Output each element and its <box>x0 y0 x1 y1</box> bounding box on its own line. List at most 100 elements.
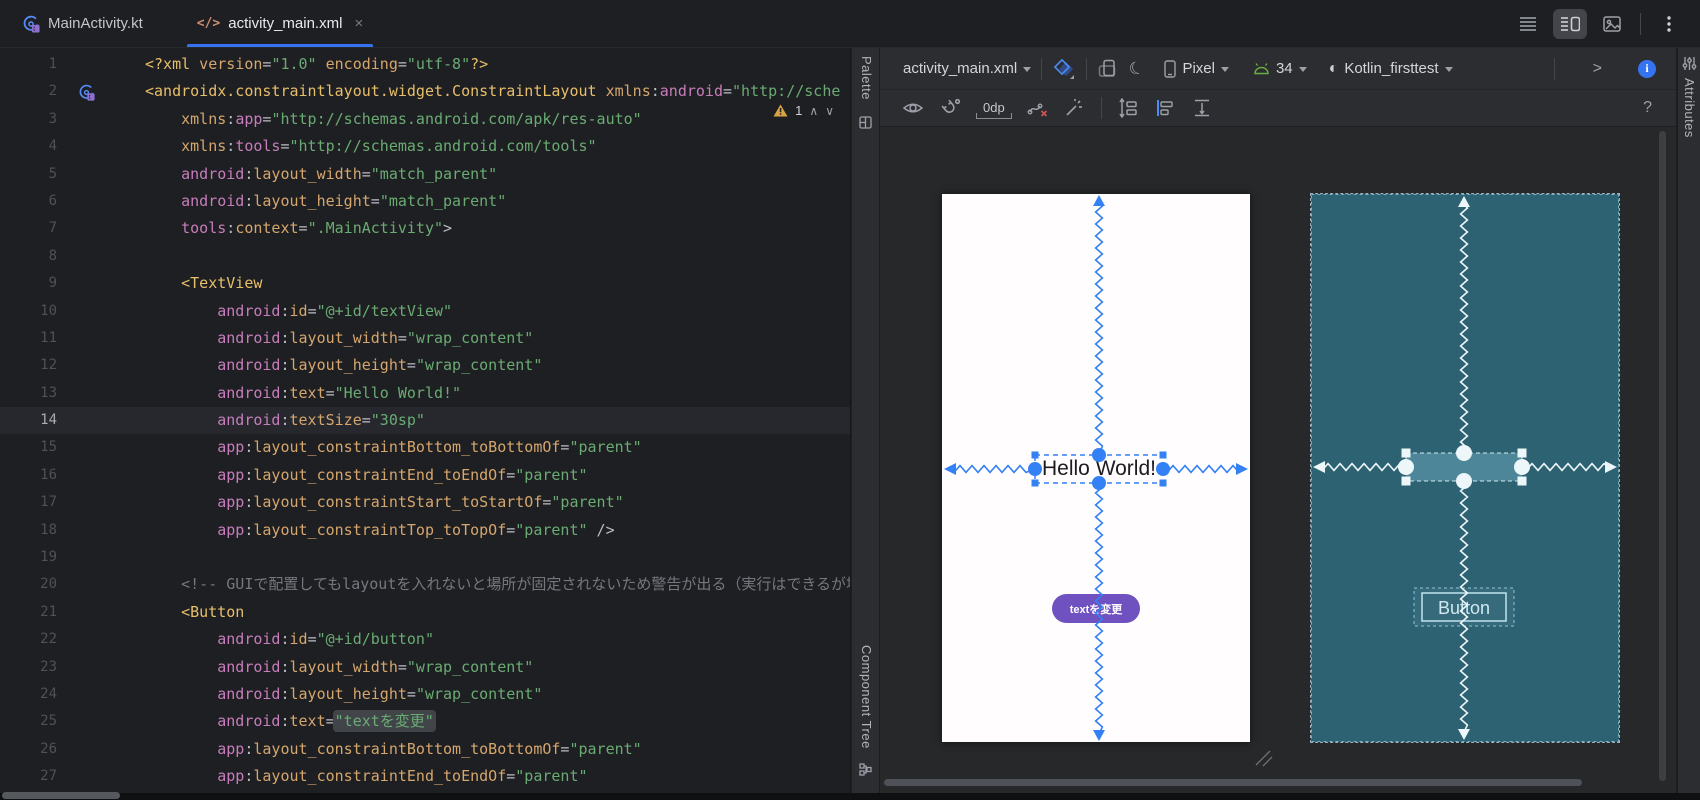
component-tree-icon[interactable] <box>859 763 872 776</box>
kotlin-activity-icon <box>22 15 40 33</box>
code-token: = <box>307 301 317 320</box>
infer-constraints-wand-icon[interactable] <box>1064 98 1086 118</box>
code-text: android:layout_height="match_parent" <box>107 188 506 215</box>
code-token: layout_constraintTop_toTopOf <box>253 520 507 539</box>
code-token: android <box>145 630 281 649</box>
horizontal-scrollbar[interactable] <box>884 779 1582 786</box>
palette-tab[interactable]: Palette <box>859 56 874 100</box>
attributes-tab[interactable]: Attributes <box>1682 78 1697 138</box>
gutter <box>57 571 107 598</box>
device-preview-design[interactable]: Hello World! textを変更 <box>942 194 1250 742</box>
canvas-resize-handle[interactable] <box>1254 747 1276 769</box>
help-icon[interactable]: ? <box>1643 99 1654 117</box>
code-token: android <box>145 411 281 430</box>
orientation-icon[interactable] <box>1097 58 1119 80</box>
editor-tab-bar: MainActivity.kt </> activity_main.xml × <box>0 0 1700 48</box>
device-dropdown[interactable]: Pixel <box>1164 59 1229 78</box>
palette-icon[interactable] <box>859 116 872 129</box>
xml-code-icon: </> <box>196 16 221 31</box>
code-line: 7 tools:context=".MainActivity"> <box>0 215 850 242</box>
code-text: android:id="@+id/textView" <box>107 298 452 325</box>
pack-icon[interactable] <box>1117 98 1139 118</box>
next-warning-icon[interactable]: ∨ <box>825 104 834 118</box>
code-text: xmlns:app="http://schemas.android.com/ap… <box>107 106 642 133</box>
theme-dropdown[interactable]: ◐ Kotlin_firsttest <box>1329 60 1453 78</box>
xml-code-editor[interactable]: 1 <?xml version="1.0" encoding="utf-8"?> 2… <box>0 48 851 800</box>
code-token: tools <box>235 137 281 156</box>
api-level-label: 34 <box>1275 60 1293 77</box>
api-level-dropdown[interactable]: 34 <box>1253 60 1307 77</box>
line-number: 5 <box>48 165 57 182</box>
phone-icon <box>1164 59 1177 78</box>
code-token: app <box>145 520 245 539</box>
warning-icon <box>773 104 788 117</box>
code-token: layout_width <box>289 657 398 676</box>
design-blueprint-toggle-icon[interactable] <box>1052 58 1076 80</box>
code-text: app:layout_constraintEnd_toEndOf="parent… <box>107 763 587 790</box>
guidelines-icon[interactable] <box>1191 98 1213 118</box>
info-icon[interactable]: i <box>1638 59 1656 78</box>
code-token: tools <box>145 219 227 238</box>
code-line: 5 android:layout_width="match_parent" <box>0 161 850 188</box>
align-icon[interactable] <box>1154 98 1176 118</box>
gutter <box>57 215 107 242</box>
attributes-sliders-icon[interactable] <box>1682 56 1697 71</box>
gutter-kotlin-activity-icon[interactable] <box>57 78 107 105</box>
autoconnect-magnet-icon[interactable] <box>939 98 961 118</box>
code-token: app <box>145 438 245 457</box>
tab-mainactivity-kt[interactable]: MainActivity.kt <box>8 0 157 47</box>
more-options-kebab-icon[interactable] <box>1652 9 1686 39</box>
device-preview-blueprint[interactable]: Button <box>1310 193 1620 743</box>
code-line: 8 <box>0 243 850 270</box>
view-options-eye-icon[interactable] <box>902 99 924 117</box>
vertical-scrollbar[interactable] <box>1659 131 1666 781</box>
code-token: "wrap_content" <box>406 657 534 676</box>
textview-hello-world[interactable]: Hello World! <box>1035 455 1163 483</box>
split-view-icon[interactable] <box>1553 9 1587 39</box>
tab-activity-main-xml[interactable]: </> activity_main.xml × <box>183 0 377 47</box>
code-token: app <box>145 767 245 786</box>
tab-label: MainActivity.kt <box>48 15 143 32</box>
code-token: = <box>506 465 516 484</box>
code-token: encoding <box>316 55 398 73</box>
code-line: 12 android:layout_height="wrap_content" <box>0 352 850 379</box>
code-token: "parent" <box>515 465 588 484</box>
divider <box>1041 57 1043 80</box>
button-text-change[interactable]: textを変更 <box>1052 594 1140 623</box>
night-mode-icon[interactable]: ☾ <box>1126 57 1147 81</box>
component-tree-tab[interactable]: Component Tree <box>859 645 874 749</box>
design-view-icon[interactable] <box>1595 9 1629 39</box>
clear-constraints-icon[interactable] <box>1027 98 1049 118</box>
code-token: android <box>145 164 245 183</box>
next-screen-arrow[interactable]: > <box>1593 60 1602 78</box>
code-token: android <box>659 82 723 101</box>
code-token: : <box>280 383 290 402</box>
code-token: "match_parent" <box>370 164 498 183</box>
code-token: = <box>307 630 317 649</box>
line-number: 20 <box>40 576 57 593</box>
editor-horizontal-scrollbar[interactable] <box>2 792 120 799</box>
file-dropdown[interactable]: activity_main.xml <box>903 60 1032 77</box>
code-token: app <box>145 493 245 512</box>
code-token: "30sp" <box>370 411 425 430</box>
code-token: = <box>397 328 407 347</box>
close-icon[interactable]: × <box>354 15 363 32</box>
code-token: : <box>650 82 660 101</box>
divider <box>1100 97 1102 119</box>
default-margin-selector[interactable]: 0dp <box>976 98 1012 119</box>
prev-warning-icon[interactable]: ∧ <box>809 104 818 118</box>
gutter <box>57 434 107 461</box>
code-token: : <box>226 109 236 128</box>
code-line: 17 app:layout_constraintStart_toStartOf=… <box>0 489 850 516</box>
design-surface[interactable]: Hello World! textを変更 Button <box>880 127 1676 800</box>
line-number: 1 <box>48 56 57 72</box>
code-token: = <box>370 191 380 210</box>
code-token: "parent" <box>569 438 642 457</box>
code-token: : <box>280 657 290 676</box>
code-line: 2 <androidx.constraintlayout.widget.Cons… <box>0 78 850 105</box>
left-tool-strip: Palette Component Tree <box>852 48 880 800</box>
code-token: = <box>397 657 407 676</box>
code-view-icon[interactable] <box>1511 9 1545 39</box>
inspection-widget[interactable]: 1 ∧ ∨ <box>773 103 834 118</box>
code-token: : <box>280 712 290 731</box>
